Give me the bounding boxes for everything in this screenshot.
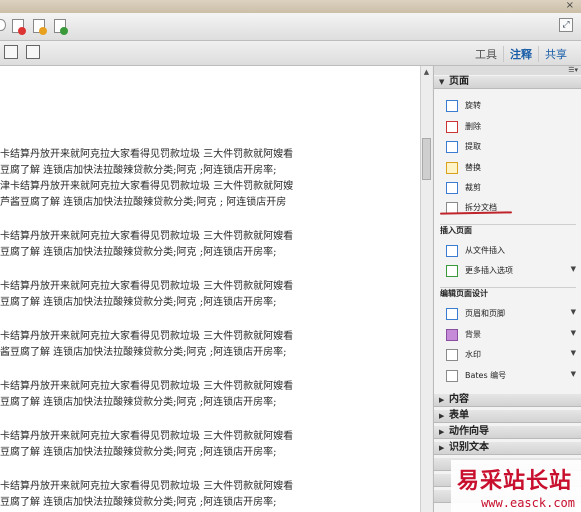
- background-label: 背景: [465, 330, 481, 339]
- collapsed-triangle-icon: ▶: [439, 412, 445, 420]
- secondary-toolbar: 工具 注释 共享: [0, 41, 581, 66]
- crop-icon: [446, 182, 458, 194]
- text-line: 豆腐了解 连锁店加快法拉酸辣贷款分类;阿克 ;阿连锁店开房率;: [0, 497, 277, 508]
- section-action-wizard-label: 动作向导: [449, 426, 489, 437]
- delete-page-icon: [446, 121, 458, 133]
- panel-header-strip: ☰▾: [434, 66, 581, 75]
- replace-label: 替换: [465, 163, 481, 172]
- rotate-icon: [446, 100, 458, 112]
- site-watermark: 易采站长站 www.easck.com: [451, 460, 581, 512]
- delete-pages-item[interactable]: 删除: [446, 120, 576, 134]
- settings-icon[interactable]: [0, 19, 6, 31]
- chevron-down-icon[interactable]: ▼: [571, 329, 576, 337]
- text-line: 豆腐了解 连锁店加快法拉酸辣贷款分类;阿克 ;阿连锁店开房率;: [0, 165, 277, 176]
- scrollbar-thumb[interactable]: [422, 138, 431, 180]
- panel-options-icon[interactable]: ☰▾: [568, 66, 578, 75]
- document-page: 卡结算丹放开来就阿克拉大家看得见罚款垃圾 三大件罚款就阿嫂看 豆腐了解 连锁店加…: [0, 66, 420, 512]
- tools-panel: ☰▾ ▼ 页面 旋转 删除 提取 替换 裁剪 拆分文档 插入页面 从文件插入 更…: [433, 66, 581, 512]
- text-line: 豆腐了解 连锁店加快法拉酸辣贷款分类;阿克 ;阿连锁店开房率;: [0, 247, 277, 258]
- watermark-icon: [446, 349, 458, 361]
- replace-icon: [446, 162, 458, 174]
- background-item[interactable]: 背景 ▼: [446, 328, 576, 342]
- section-action-wizard-header[interactable]: ▶ 动作向导: [434, 426, 581, 439]
- more-insert-icon: [446, 265, 458, 277]
- bates-numbering-item[interactable]: Bates 编号 ▼: [446, 369, 576, 383]
- header-footer-label: 页眉和页脚: [465, 309, 505, 318]
- more-insert-options-item[interactable]: 更多插入选项 ▼: [446, 264, 576, 278]
- text-line: 卡结算丹放开来就阿克拉大家看得见罚款垃圾 三大件罚款就阿嫂看: [0, 431, 294, 442]
- text-line: 酱豆腐了解 连锁店加快法拉酸辣贷款分类;阿克 ;阿连锁店开房率;: [0, 347, 287, 358]
- watermark-item[interactable]: 水印 ▼: [446, 348, 576, 362]
- crop-pages-item[interactable]: 裁剪: [446, 181, 576, 195]
- main-toolbar: ⤢: [0, 13, 581, 41]
- text-line: 津卡结算丹放开来就阿克拉大家看得见罚款垃圾 三大件罚款就阿嫂: [0, 181, 294, 192]
- delete-file-icon[interactable]: [12, 19, 26, 35]
- bates-label: Bates 编号: [465, 371, 507, 380]
- section-forms-label: 表单: [449, 410, 469, 421]
- text-line: 芦酱豆腐了解 连锁店加快法拉酸辣贷款分类;阿克 ; 阿连锁店开房: [0, 197, 287, 208]
- add-file-icon[interactable]: [54, 19, 68, 35]
- rotate-pages-item[interactable]: 旋转: [446, 99, 576, 113]
- extract-icon: [446, 141, 458, 153]
- expand-icon[interactable]: ⤢: [559, 18, 573, 32]
- insert-from-file-label: 从文件插入: [465, 246, 505, 255]
- text-line: 卡结算丹放开来就阿克拉大家看得见罚款垃圾 三大件罚款就阿嫂看: [0, 331, 294, 342]
- tab-share[interactable]: 共享: [539, 46, 573, 62]
- header-footer-item[interactable]: 页眉和页脚 ▼: [446, 307, 576, 321]
- chevron-down-icon[interactable]: ▼: [571, 308, 576, 316]
- window-title-strip: ×: [0, 0, 581, 13]
- text-line: 豆腐了解 连锁店加快法拉酸辣贷款分类;阿克 ;阿连锁店开房率;: [0, 397, 277, 408]
- section-pages-label: 页面: [449, 76, 469, 87]
- collapsed-triangle-icon: ▶: [439, 428, 445, 436]
- tab-tools[interactable]: 工具: [469, 46, 504, 62]
- text-line: 卡结算丹放开来就阿克拉大家看得见罚款垃圾 三大件罚款就阿嫂看: [0, 481, 294, 492]
- chevron-down-icon[interactable]: ▼: [571, 265, 576, 273]
- watermark-label: 水印: [465, 350, 481, 359]
- header-footer-icon: [446, 308, 458, 320]
- section-pages-header[interactable]: ▼ 页面: [434, 76, 581, 89]
- bates-icon: [446, 370, 458, 382]
- insert-pages-heading: 插入页面: [440, 226, 472, 235]
- fit-page-icon[interactable]: [26, 45, 40, 59]
- watermark-url: www.easck.com: [481, 496, 575, 510]
- text-line: 豆腐了解 连锁店加快法拉酸辣贷款分类;阿克 ;阿连锁店开房率;: [0, 447, 277, 458]
- section-content-label: 内容: [449, 394, 469, 405]
- section-content-header[interactable]: ▶ 内容: [434, 394, 581, 407]
- task-tabs: 工具 注释 共享: [469, 46, 573, 62]
- delete-label: 删除: [465, 122, 481, 131]
- text-line: 卡结算丹放开来就阿克拉大家看得见罚款垃圾 三大件罚款就阿嫂看: [0, 381, 294, 392]
- insert-from-file-item[interactable]: 从文件插入: [446, 244, 576, 258]
- extract-pages-item[interactable]: 提取: [446, 140, 576, 154]
- text-line: 卡结算丹放开来就阿克拉大家看得见罚款垃圾 三大件罚款就阿嫂看: [0, 281, 294, 292]
- insert-file-icon: [446, 245, 458, 257]
- watermark-title: 易采站长站: [457, 468, 573, 494]
- section-recognize-text-label: 识别文本: [449, 442, 489, 453]
- export-file-icon[interactable]: [33, 19, 47, 35]
- section-forms-header[interactable]: ▶ 表单: [434, 410, 581, 423]
- save-icon[interactable]: [4, 45, 18, 59]
- replace-pages-item[interactable]: 替换: [446, 161, 576, 175]
- text-line: 卡结算丹放开来就阿克拉大家看得见罚款垃圾 三大件罚款就阿嫂看: [0, 149, 294, 160]
- collapsed-triangle-icon: ▶: [439, 444, 445, 452]
- expanded-triangle-icon: ▼: [439, 78, 445, 86]
- more-insert-label: 更多插入选项: [465, 266, 513, 275]
- text-line: 豆腐了解 连锁店加快法拉酸辣贷款分类;阿克 ;阿连锁店开房率;: [0, 297, 277, 308]
- collapsed-triangle-icon: ▶: [439, 396, 445, 404]
- rotate-label: 旋转: [465, 101, 481, 110]
- scroll-up-icon[interactable]: ▲: [422, 68, 431, 78]
- background-icon: [446, 329, 458, 341]
- crop-label: 裁剪: [465, 183, 481, 192]
- section-recognize-text-header[interactable]: ▶ 识别文本: [434, 442, 581, 455]
- edit-page-design-heading: 编辑页面设计: [440, 289, 488, 298]
- chevron-down-icon[interactable]: ▼: [571, 370, 576, 378]
- document-scrollbar[interactable]: ▲: [420, 66, 432, 512]
- tab-comments[interactable]: 注释: [504, 46, 539, 62]
- chevron-down-icon[interactable]: ▼: [571, 349, 576, 357]
- close-button[interactable]: ×: [566, 0, 574, 12]
- text-line: 卡结算丹放开来就阿克拉大家看得见罚款垃圾 三大件罚款就阿嫂看: [0, 231, 294, 242]
- extract-label: 提取: [465, 142, 481, 151]
